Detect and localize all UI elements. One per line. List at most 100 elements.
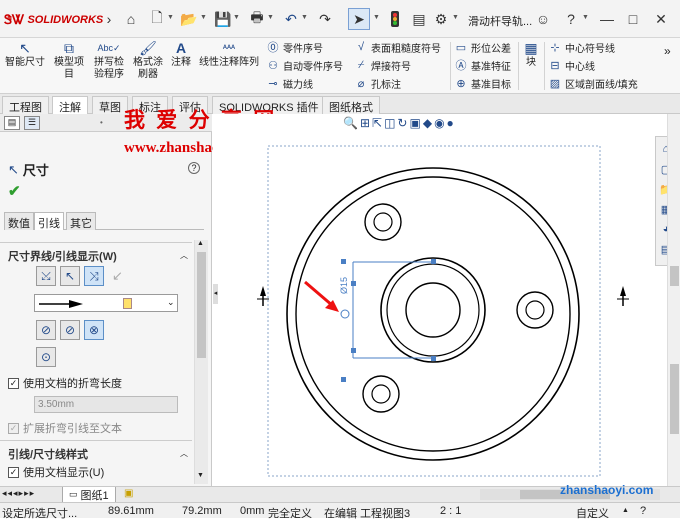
new-file-icon[interactable]: 🗋 [148,9,166,28]
help-icon[interactable]: ? [562,10,580,28]
subtab-value[interactable]: 数值 [4,212,34,230]
canvas-vertical-scrollbar[interactable] [667,114,680,486]
smart-arrows-button[interactable]: ⤨ [84,266,104,286]
centerline-button[interactable]: ⊟ 中心线 [548,56,595,74]
geometric-tolerance-label: 形位公差 [471,43,511,55]
hole-right [516,291,554,329]
subtab-leaders[interactable]: 引线 [34,212,64,230]
chevron-down-icon[interactable]: ▼ [167,14,174,21]
extend-bend-label: 扩展折弯引线至文本 [23,423,122,435]
format-painter-button[interactable]: 🖌 格式涂刷器 [130,40,166,81]
help-icon[interactable]: ? [640,505,646,517]
help-icon[interactable]: ? [188,162,200,174]
use-doc-bend-checkbox[interactable]: ✓ [8,377,19,389]
balloon-button[interactable]: ⓪ 零件序号 [266,38,324,56]
note-button[interactable]: A 注释 [168,40,194,69]
chevron-down-icon[interactable]: ▼ [582,14,589,21]
expand-arrow-icon[interactable]: › [100,10,118,28]
hole-top-inner [373,212,393,232]
scroll-thumb[interactable] [197,252,206,358]
drawing-canvas[interactable]: ◂ 🔍 ⊞ ⇱ ◫ ↻ ▣ ◆ ◉ ● Ø15 [213,114,667,486]
add-sheet-icon[interactable]: ▣ [124,488,133,499]
chevron-up-icon[interactable]: ▲ [622,507,629,514]
balloon-label: 零件序号 [283,43,323,55]
use-doc-display-checkbox[interactable]: ✓ [8,466,19,478]
extend-bend-row[interactable]: ✓ 扩展折弯引线至文本 [8,420,122,436]
chevron-down-icon[interactable]: ▼ [233,14,240,21]
diameter-dim-button[interactable]: ⊗ [84,320,104,340]
subtab-other[interactable]: 其它 [66,212,96,230]
use-doc-bend-row[interactable]: ✓ 使用文档的折弯长度 [8,375,122,391]
sheet-nav-arrows-icon[interactable]: ◂◂◂▸▸▸ [2,488,35,499]
chevron-down-icon[interactable]: ▼ [267,14,274,21]
select-icon[interactable]: ➤ [348,8,370,30]
undo-icon[interactable]: ↶ [282,10,300,28]
hole-callout-button[interactable]: ⌀ 孔标注 [354,74,401,92]
sheet-tab[interactable]: ▭ 图纸1 [62,487,116,503]
chevron-down-icon[interactable]: ▼ [452,14,459,21]
maximize-icon[interactable]: □ [624,10,642,28]
bend-length-field[interactable]: 3.50mm [34,396,178,413]
datum-target-button[interactable]: ⊕ 基准目标 [454,74,511,92]
hole-right-inner [525,300,545,320]
smart-dimension-button[interactable]: ↖ 智能尺寸 [2,40,48,69]
ribbon-more-icon[interactable]: » [664,44,671,58]
scroll-down-icon[interactable]: ▼ [197,472,204,479]
drawing-view [257,145,629,477]
balloon-icon: ⓪ [267,42,279,54]
magnetic-line-button[interactable]: ⊸ 磁力线 [266,74,313,92]
tab-sheet-format[interactable]: 图纸格式 [322,96,380,114]
user-icon[interactable]: ☺ [534,10,552,28]
status-units[interactable]: 自定义 [576,505,609,521]
file-properties-icon[interactable]: ▤ [410,10,428,28]
scroll-up-icon[interactable]: ▲ [197,240,204,247]
open-folder-icon[interactable]: 📂 [180,10,198,28]
radius-dim-button[interactable]: ⊘ [60,320,80,340]
scroll-thumb[interactable] [670,266,679,286]
inside-arrows-button[interactable]: ↖ [60,266,80,286]
diameter-circle-icon: ⊗ [88,323,100,337]
linear-dim-button[interactable]: ⊘ [36,320,56,340]
center-mark-button[interactable]: ⊹ 中心符号线 [548,38,615,56]
surface-finish-button[interactable]: √ 表面粗糙度符号 [354,38,441,56]
foreshortened-button[interactable]: ⊙ [36,347,56,367]
ok-check-icon[interactable]: ✔ [8,182,21,200]
dimension-text[interactable]: Ø15 [339,277,349,294]
chevron-down-icon[interactable]: ▼ [301,14,308,21]
sheet-tab-label: 图纸1 [80,489,109,502]
geometric-tolerance-button[interactable]: ▭ 形位公差 [454,38,511,56]
status-z: 0mm [240,505,265,517]
block-button[interactable]: ▦ 块 [522,40,540,69]
outside-arrows-button[interactable]: ⤩ [36,266,56,286]
minimize-icon[interactable]: — [598,10,616,28]
auto-balloon-button[interactable]: ⚇ 自动零件序号 [266,56,343,74]
linear-note-pattern-button[interactable]: ᴬᴬᴬ 线性注释阵列 [196,40,262,69]
redo-icon[interactable]: ↷ [316,10,334,28]
extend-bend-checkbox[interactable]: ✓ [8,422,19,434]
gear-icon[interactable]: ⚙ [432,10,450,28]
property-manager-tab-icon[interactable]: ☰ [24,116,40,130]
weld-symbol-button[interactable]: ⌿ 焊接符号 [354,56,411,74]
style-doc-icon [123,298,132,309]
chevron-down-icon[interactable]: ▼ [200,14,207,21]
home-icon[interactable]: ⌂ [122,10,140,28]
scroll-thumb-lower[interactable] [670,364,679,434]
collapse-icon[interactable]: ︿ [180,250,188,261]
close-icon[interactable]: ✕ [652,10,670,28]
arrow-style-select[interactable]: ⌄ [34,294,178,312]
datum-feature-button[interactable]: Ⓐ 基准特征 [454,56,512,74]
spell-check-button[interactable]: Abc✓ 拼写检验程序 [90,40,128,81]
area-hatch-button[interactable]: ▨ 区域剖面线/填充 [548,74,638,92]
traffic-light-icon[interactable] [386,10,404,28]
use-doc-display-row[interactable]: ✓ 使用文档显示(U) [8,464,104,480]
tab-drawing[interactable]: 工程图 [2,96,49,114]
tab-sketch[interactable]: 草图 [92,96,128,114]
print-icon[interactable]: 🖶 [248,9,266,28]
feature-tree-icon[interactable]: ▤ [4,116,20,130]
chevron-down-icon[interactable]: ▼ [373,14,380,21]
collapse-icon[interactable]: ︿ [180,448,188,459]
model-items-button[interactable]: ⧉ 模型项目 [50,40,88,81]
tab-annotation[interactable]: 注解 [52,96,88,114]
save-icon[interactable]: 💾 [214,10,232,28]
panel-scrollbar[interactable]: ▲ ▼ [194,240,208,484]
